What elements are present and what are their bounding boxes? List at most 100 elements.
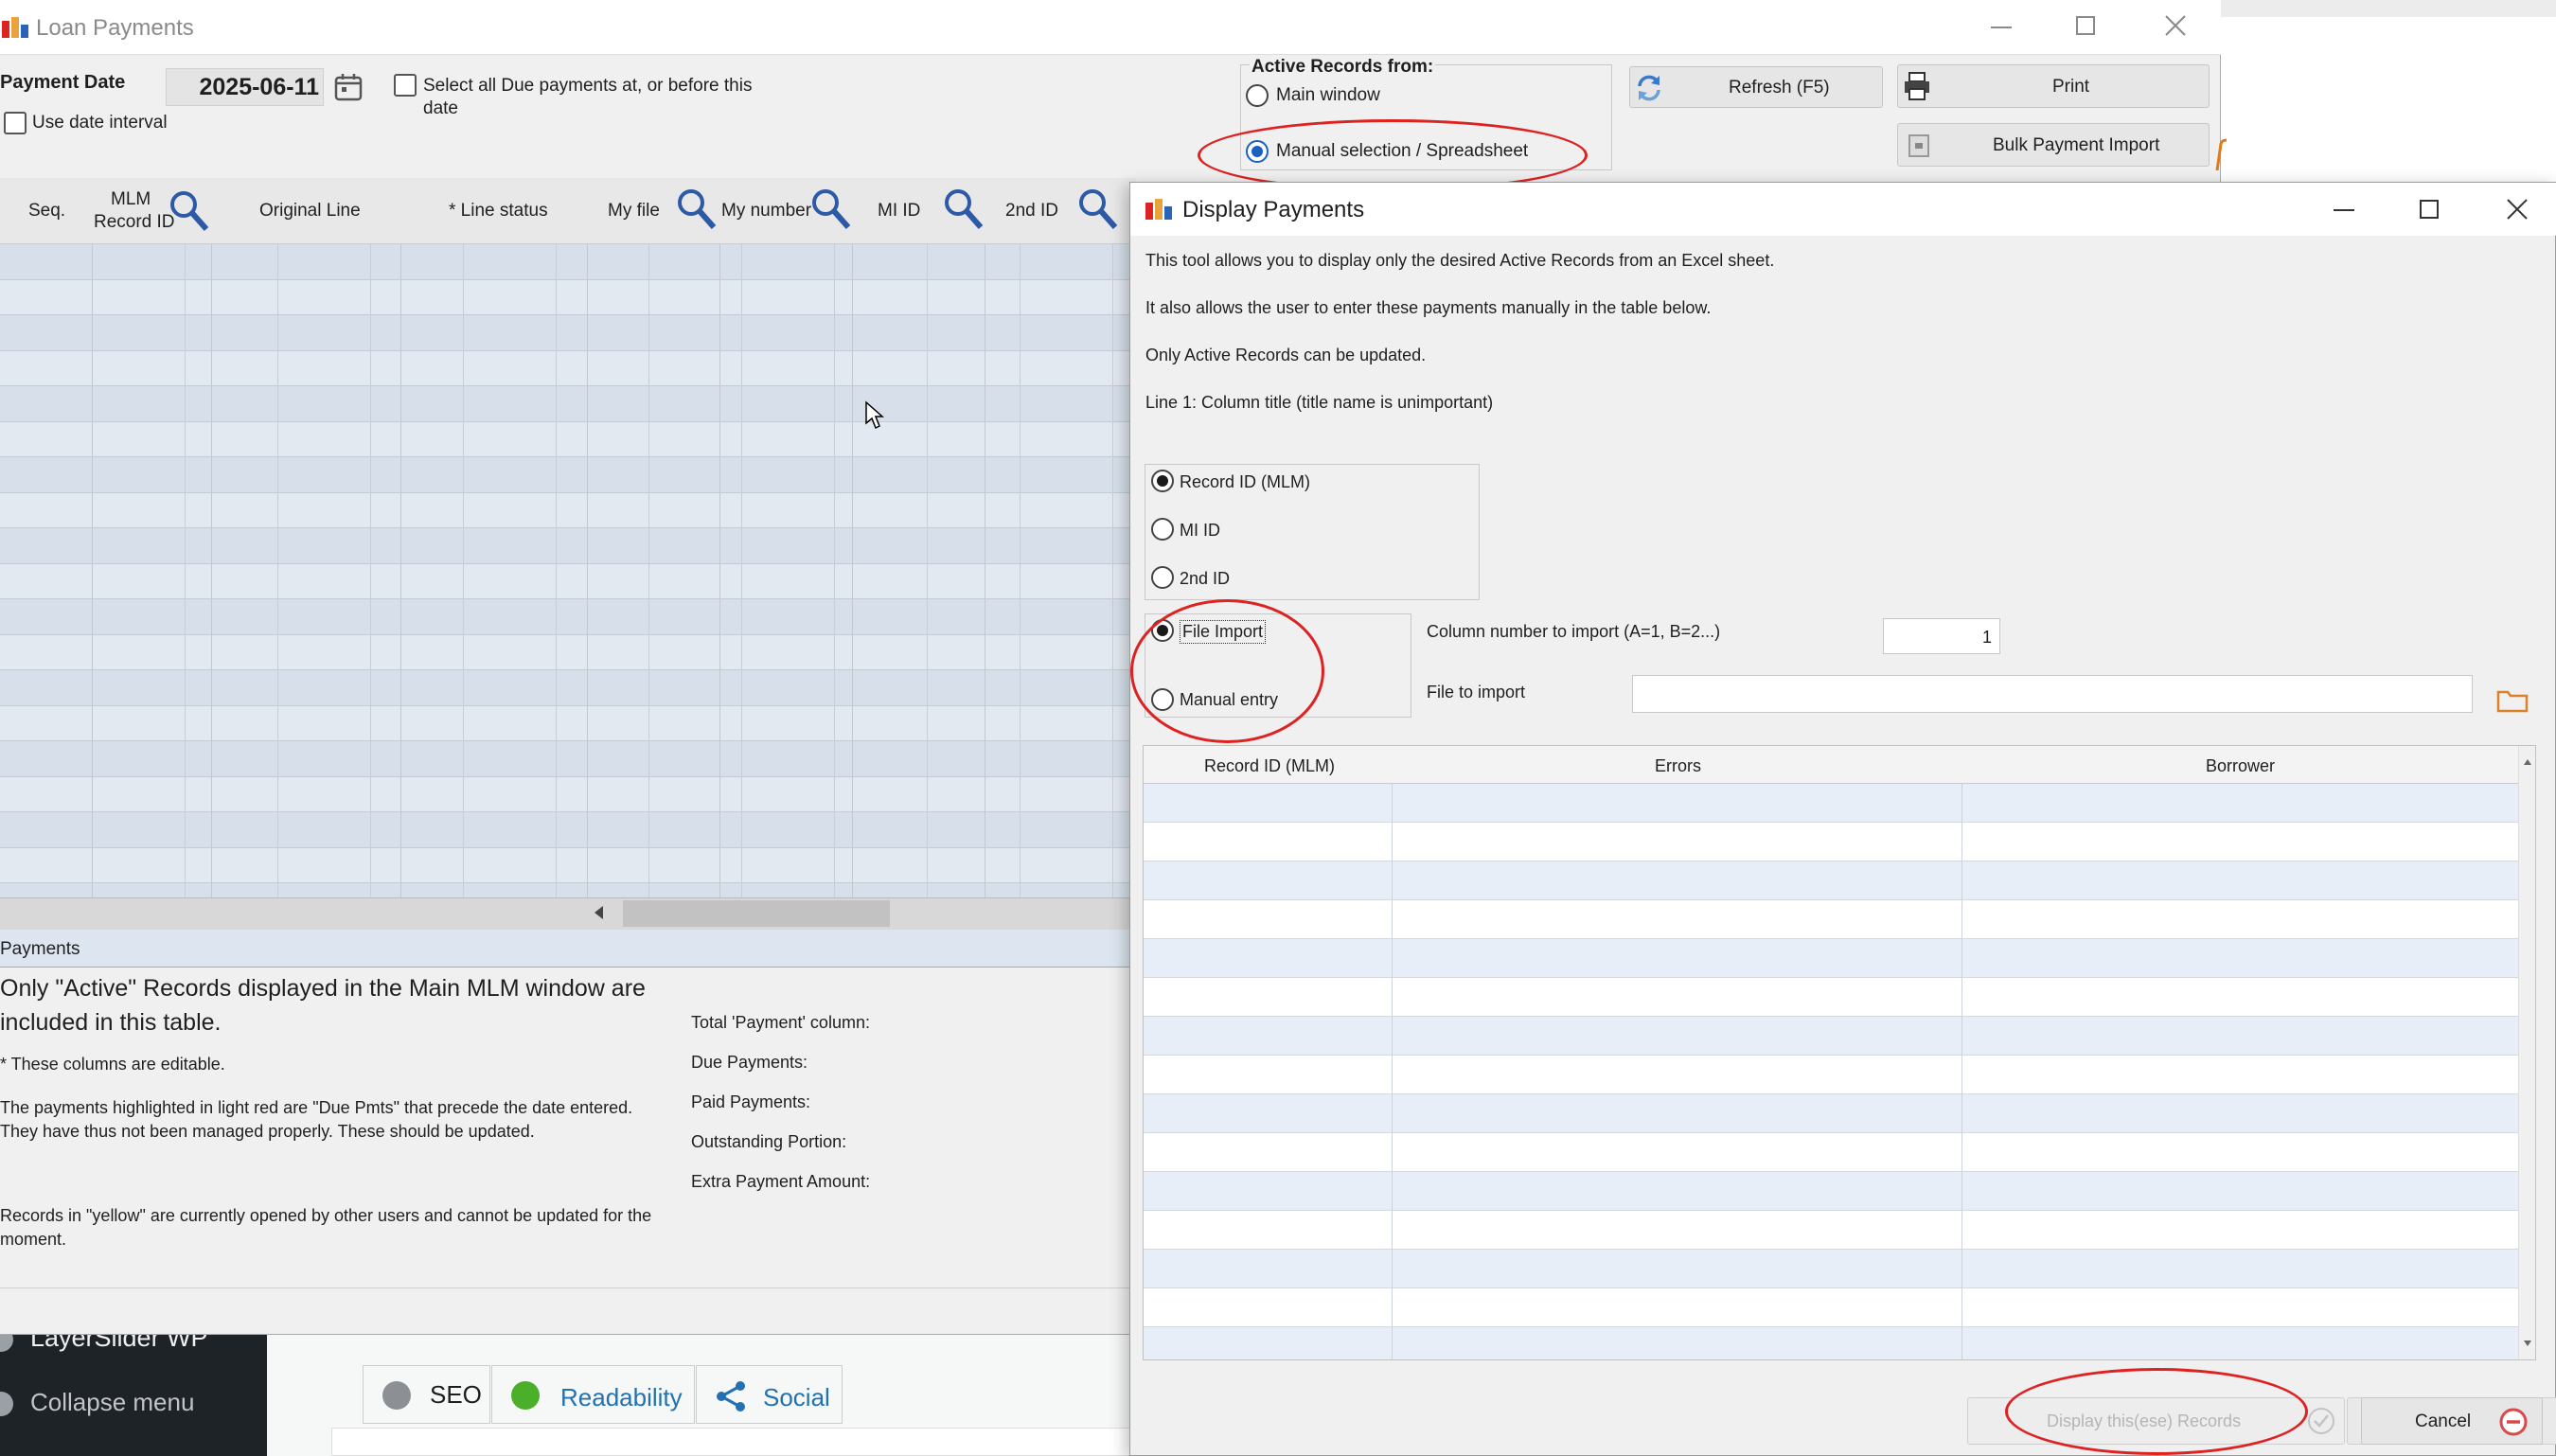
search-icon-mi-id[interactable] (943, 187, 985, 231)
dialog-description-3: Only Active Records can be updated. (1145, 346, 1427, 364)
records-table-header: Record ID (MLM) Errors Borrower (1144, 746, 2518, 784)
info-main-line2: included in this table. (0, 1009, 222, 1036)
main-window-radio[interactable] (1246, 84, 1269, 107)
column-header-my-number[interactable]: My number (721, 201, 811, 222)
cancel-button[interactable]: Cancel (2361, 1397, 2543, 1445)
column-header-record-id[interactable]: Record ID (MLM) (1204, 756, 1335, 776)
column-header-my-file[interactable]: My file (608, 201, 660, 222)
column-header-original-line[interactable]: Original Line (259, 201, 361, 222)
paid-payments-label: Paid Payments: (691, 1092, 811, 1111)
collapse-menu-item[interactable]: Collapse menu (0, 1388, 194, 1426)
column-header-line-status[interactable]: * Line status (449, 201, 548, 222)
column-number-value: 1 (1981, 628, 1992, 647)
outstanding-portion-label: Outstanding Portion: (691, 1132, 847, 1151)
window-title: Loan Payments (36, 15, 194, 41)
payment-date-value: 2025-06-11 (199, 74, 319, 100)
refresh-button[interactable]: Refresh (F5) (1629, 66, 1883, 108)
scroll-up-icon[interactable] (2524, 759, 2531, 765)
search-icon-mlm[interactable] (169, 189, 210, 233)
maximize-icon[interactable] (2076, 16, 2095, 35)
editable-note: * These columns are editable. (0, 1055, 225, 1074)
column-number-input[interactable]: 1 (1883, 618, 2000, 654)
yellow-note-line1: Records in "yellow" are currently opened… (0, 1206, 652, 1225)
2nd-id-radio[interactable] (1151, 566, 1174, 589)
share-icon (717, 1381, 745, 1412)
tab-social[interactable]: Social (696, 1365, 843, 1424)
file-to-import-label: File to import (1427, 683, 1526, 701)
record-id-mlm-label: Record ID (MLM) (1180, 472, 1311, 491)
mouse-cursor-icon (865, 400, 884, 430)
due-payments-label: Due Payments: (691, 1053, 808, 1072)
tab-seo-label: SEO (430, 1380, 482, 1409)
column-header-errors[interactable]: Errors (1655, 756, 1701, 776)
use-date-interval-checkbox[interactable] (4, 112, 27, 134)
mi-id-radio[interactable] (1151, 518, 1174, 541)
seo-score-icon (382, 1381, 411, 1410)
dialog-logo-icon (1145, 199, 1172, 220)
tab-seo[interactable]: SEO (363, 1365, 490, 1424)
extra-payment-label: Extra Payment Amount: (691, 1172, 871, 1191)
record-id-mlm-radio[interactable] (1151, 470, 1174, 492)
column-header-borrower[interactable]: Borrower (2206, 756, 2275, 776)
dialog-maximize-icon[interactable] (2420, 200, 2439, 219)
payments-label: Payments (0, 939, 80, 959)
calendar-icon[interactable] (334, 73, 363, 101)
payment-date-field[interactable]: 2025-06-11 (166, 68, 324, 106)
vertical-scrollbar[interactable] (2518, 746, 2535, 1359)
total-payment-label: Total 'Payment' column: (691, 1013, 870, 1032)
scroll-left-icon[interactable] (595, 906, 603, 919)
dialog-description-1: This tool allows you to display only the… (1145, 251, 1775, 270)
import-icon (1908, 134, 1929, 157)
dialog-description-2: It also allows the user to enter these p… (1145, 298, 1712, 317)
records-table-col-divider-1 (1392, 784, 1393, 1359)
dialog-close-icon[interactable] (2507, 199, 2528, 220)
bulk-payment-import-label: Bulk Payment Import (1993, 135, 2160, 155)
select-all-due-checkbox[interactable] (394, 74, 417, 97)
minimize-icon[interactable] (1991, 27, 2012, 28)
display-payments-dialog: Display Payments This tool allows you to… (1129, 182, 2556, 1456)
search-icon-2nd-id[interactable] (1077, 187, 1119, 231)
annotation-ring-import-mode (1130, 599, 1324, 743)
column-header-mlm-line1[interactable]: MLM (111, 189, 151, 210)
payments-footer-row: Payments (0, 930, 1136, 968)
scroll-down-icon[interactable] (2524, 1341, 2531, 1346)
column-header-mi-id[interactable]: MI ID (878, 201, 920, 222)
payments-grid-header: Seq. MLM Record ID Original Line * Line … (0, 178, 1136, 244)
tab-readability[interactable]: Readability (491, 1365, 695, 1424)
column-header-mlm-line2[interactable]: Record ID (94, 212, 175, 233)
file-to-import-input[interactable] (1632, 675, 2473, 713)
print-button[interactable]: Print (1897, 64, 2210, 108)
active-records-label: Active Records from: (1250, 57, 1436, 78)
mi-id-label: MI ID (1180, 521, 1220, 540)
tab-readability-label: Readability (560, 1383, 683, 1412)
info-bottom-divider (0, 1287, 1136, 1288)
horizontal-scrollbar[interactable] (0, 897, 1136, 930)
column-header-seq[interactable]: Seq. (28, 201, 65, 222)
search-icon-my-number[interactable] (810, 187, 852, 231)
bulk-payment-import-button[interactable]: Bulk Payment Import (1897, 123, 2210, 167)
red-note-line1: The payments highlighted in light red ar… (0, 1098, 633, 1117)
records-table-col-divider-2 (1961, 784, 1962, 1359)
records-table: Record ID (MLM) Errors Borrower (1143, 745, 2536, 1360)
column-header-2nd-id[interactable]: 2nd ID (1005, 201, 1058, 222)
title-bar: Loan Payments (0, 0, 2221, 55)
folder-icon[interactable] (2496, 688, 2529, 713)
annotation-ring-display-button (2005, 1368, 2308, 1455)
scroll-thumb[interactable] (623, 900, 890, 927)
cancel-minus-circle-icon (2499, 1408, 2528, 1436)
yellow-note-line2: moment. (0, 1230, 67, 1249)
dialog-minimize-icon[interactable] (2334, 209, 2354, 211)
cancel-label: Cancel (2415, 1412, 2472, 1431)
2nd-id-label: 2nd ID (1180, 569, 1231, 588)
background-strip (2221, 0, 2556, 17)
print-label: Print (2052, 77, 2090, 97)
refresh-label: Refresh (F5) (1729, 78, 1830, 98)
printer-icon (1905, 72, 1929, 100)
payments-grid-body[interactable] (0, 244, 1136, 897)
annotation-ring-manual-selection (1198, 119, 1588, 191)
close-icon[interactable] (2165, 15, 2186, 36)
search-icon-my-file[interactable] (676, 187, 718, 231)
records-table-body[interactable] (1144, 784, 2518, 1359)
grid-column-lines (0, 244, 1136, 897)
select-all-due-label-line1: Select all Due payments at, or before th… (423, 76, 753, 96)
